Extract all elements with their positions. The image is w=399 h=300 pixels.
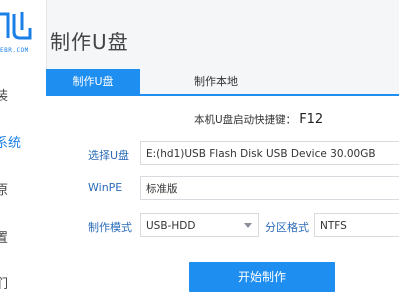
winpe-select-value: 标准版: [146, 183, 178, 195]
logo-mark-icon: [0, 12, 32, 40]
app-logo: EBR.COM: [0, 8, 46, 56]
sidebar-item-restore[interactable]: 原: [0, 177, 46, 205]
sidebar-item-label: 装: [0, 89, 9, 104]
hotkey-label: 本机U盘启动快捷键：: [194, 114, 297, 126]
sidebar-item-label: 原: [0, 183, 9, 198]
winpe-select[interactable]: 标准版: [140, 176, 399, 200]
sidebar-item-install[interactable]: 装: [0, 83, 46, 111]
page-title: 制作U盘: [50, 30, 129, 54]
tab-make-usb[interactable]: 制作U盘: [46, 69, 140, 94]
sidebar: EBR.COM 装 系统 原 置 们: [0, 0, 47, 300]
sidebar-item-system[interactable]: 系统: [0, 130, 46, 158]
chevron-down-icon[interactable]: [244, 223, 252, 228]
usb-select-label: 选择U盘: [88, 149, 130, 162]
usb-select-value: E:(hd1)USB Flash Disk USB Device 30.00GB: [146, 148, 376, 160]
mode-select-value: USB-HDD: [146, 220, 196, 232]
logo-subtext: EBR.COM: [0, 47, 29, 54]
format-select[interactable]: NTFS: [314, 213, 399, 237]
tab-make-local[interactable]: 制作本地: [186, 69, 246, 94]
winpe-label: WinPE: [88, 181, 123, 194]
mode-label: 制作模式: [88, 221, 132, 234]
sidebar-item-label: 们: [0, 277, 9, 292]
tab-bar: 制作U盘 制作本地: [46, 69, 399, 96]
start-make-button[interactable]: 开始制作: [189, 262, 335, 292]
format-label: 分区格式: [265, 221, 309, 234]
usb-select[interactable]: E:(hd1)USB Flash Disk USB Device 30.00GB: [140, 141, 399, 165]
sidebar-item-label: 系统: [0, 136, 22, 151]
mode-select[interactable]: USB-HDD: [140, 213, 259, 237]
sidebar-item-label: 置: [0, 231, 9, 246]
hotkey-value: F12: [299, 112, 324, 127]
sidebar-item-about[interactable]: 们: [0, 271, 46, 299]
sidebar-item-settings[interactable]: 置: [0, 225, 46, 253]
hotkey-info: 本机U盘启动快捷键： F12: [194, 112, 323, 127]
format-select-value: NTFS: [320, 220, 347, 232]
